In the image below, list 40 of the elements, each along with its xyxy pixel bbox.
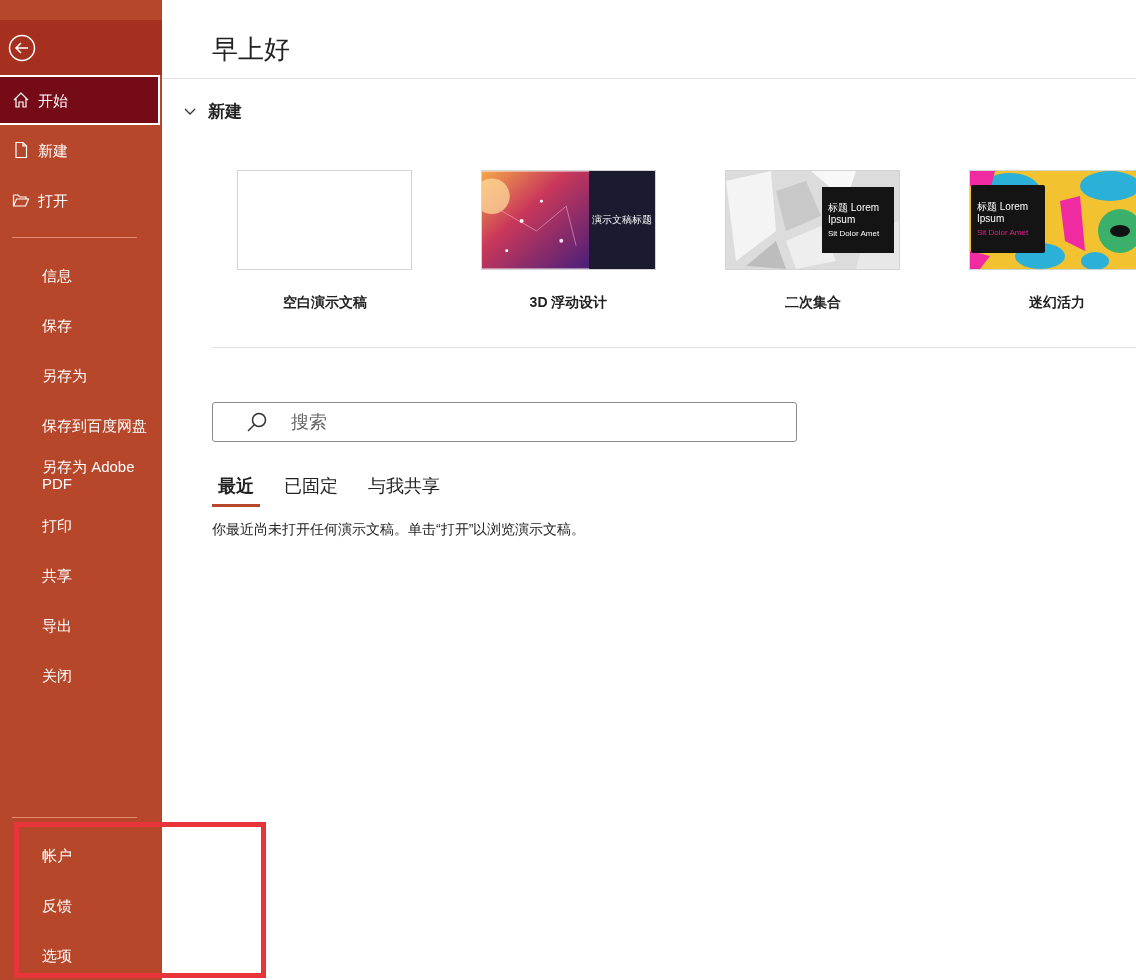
sidebar-item[interactable]: 反馈 xyxy=(0,880,160,930)
sidebar-item[interactable]: 另存为 Adobe PDF xyxy=(0,450,160,500)
sidebar-item[interactable]: 共享 xyxy=(0,550,160,600)
blank-slide-thumbnail[interactable] xyxy=(237,170,412,270)
tab[interactable]: 最近 xyxy=(212,470,260,507)
search-icon xyxy=(246,411,268,433)
greeting: 早上好 xyxy=(211,33,291,66)
slide-title: 标题 Lorem Ipsum xyxy=(977,201,1030,225)
template-name: 迷幻活力 xyxy=(1028,294,1085,312)
template-thumbnail[interactable]: 演示文稿标题 xyxy=(481,170,656,270)
template-thumbnail[interactable]: 标题 Lorem Ipsum Sit Dolor Amet xyxy=(725,170,900,270)
slide-title: 演示文稿标题 xyxy=(592,214,652,226)
home-icon xyxy=(12,91,30,109)
slide-subtitle: Sit Dolor Amet xyxy=(977,228,1030,237)
sidebar-item[interactable]: 保存 xyxy=(0,300,160,350)
empty-message: 你最近尚未打开任何演示文稿。单击“打开”以浏览演示文稿。 xyxy=(212,521,587,539)
tab[interactable]: 已固定 xyxy=(278,470,344,507)
slide-title: 标题 Lorem Ipsum xyxy=(828,202,881,226)
template-name: 空白演示文稿 xyxy=(282,294,367,312)
document-icon xyxy=(12,141,30,159)
sidebar-item[interactable]: 另存为 xyxy=(0,350,160,400)
search-field[interactable]: 搜索 xyxy=(212,402,797,442)
template-thumbnail[interactable]: 标题 Lorem Ipsum Sit Dolor Amet xyxy=(969,170,1136,270)
sidebar-item[interactable]: 打印 xyxy=(0,500,160,550)
sidebar-item[interactable]: 保存到百度网盘 xyxy=(0,400,160,450)
sidebar-item[interactable]: 选项 xyxy=(0,930,160,980)
template-name: 3D 浮动设计 xyxy=(529,294,608,312)
sidebar-item[interactable]: 打开 xyxy=(0,175,160,225)
back-icon[interactable] xyxy=(8,33,36,62)
section-title: 新建 xyxy=(208,100,242,123)
sidebar-item[interactable]: 关闭 xyxy=(0,650,160,700)
slide-subtitle: Sit Dolor Amet xyxy=(828,229,881,238)
template-name: 二次集合 xyxy=(784,294,841,312)
sidebar-item[interactable]: 导出 xyxy=(0,600,160,650)
sidebar-item[interactable]: 信息 xyxy=(0,250,160,300)
sidebar-item[interactable]: 帐户 xyxy=(0,830,160,880)
sidebar-item[interactable]: 开始 xyxy=(0,75,160,125)
tab[interactable]: 与我共享 xyxy=(362,470,446,507)
folder-icon xyxy=(12,191,30,209)
sidebar-item[interactable]: 新建 xyxy=(0,125,160,175)
